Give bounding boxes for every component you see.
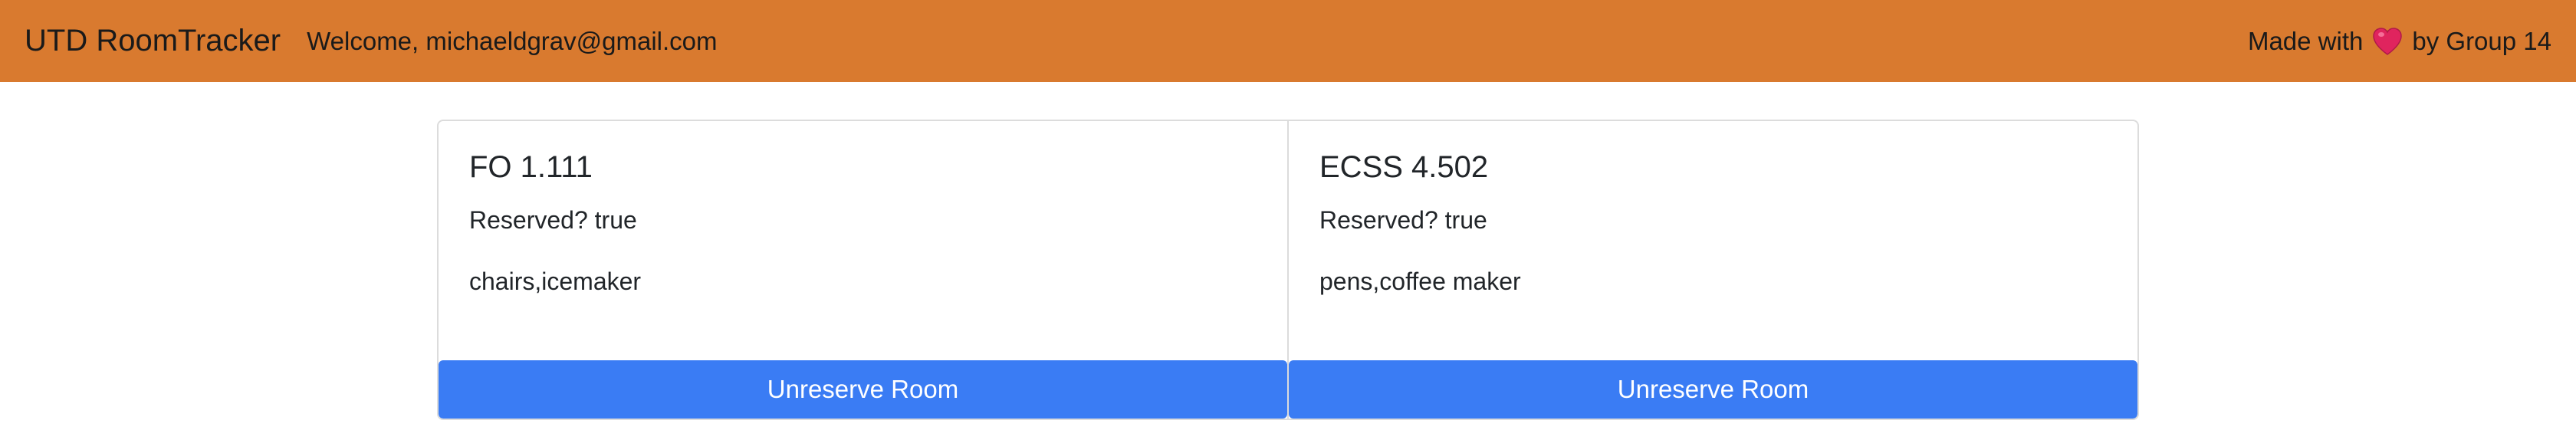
made-with-suffix: by Group 14: [2412, 26, 2551, 55]
room-card-body: FO 1.111 Reserved? true chairs,icemaker: [439, 121, 1287, 360]
welcome-text: Welcome, michaeldgrav@gmail.com: [307, 26, 718, 55]
room-reserved-status: Reserved? true: [469, 206, 637, 234]
top-navbar: UTD RoomTracker Welcome, michaeldgrav@gm…: [0, 0, 2576, 82]
unreserve-room-button[interactable]: Unreserve Room: [439, 360, 1287, 419]
heart-icon: [2372, 27, 2403, 56]
unreserve-room-button[interactable]: Unreserve Room: [1289, 360, 2137, 419]
room-amenities: chairs,icemaker: [469, 268, 642, 296]
room-title: FO 1.111: [469, 150, 593, 184]
room-card-deck: FO 1.111 Reserved? true chairs,icemaker …: [437, 120, 2139, 420]
room-card: ECSS 4.502 Reserved? true pens,coffee ma…: [1287, 121, 2137, 419]
room-amenities: pens,coffee maker: [1319, 268, 1521, 296]
room-card: FO 1.111 Reserved? true chairs,icemaker …: [439, 121, 1287, 419]
room-card-body: ECSS 4.502 Reserved? true pens,coffee ma…: [1289, 121, 2137, 360]
room-title: ECSS 4.502: [1319, 150, 1489, 184]
made-with-credit: Made with by Group 14: [2248, 27, 2551, 56]
made-with-prefix: Made with: [2247, 26, 2364, 55]
room-reserved-status: Reserved? true: [1319, 206, 1487, 234]
app-brand[interactable]: UTD RoomTracker: [25, 24, 281, 58]
